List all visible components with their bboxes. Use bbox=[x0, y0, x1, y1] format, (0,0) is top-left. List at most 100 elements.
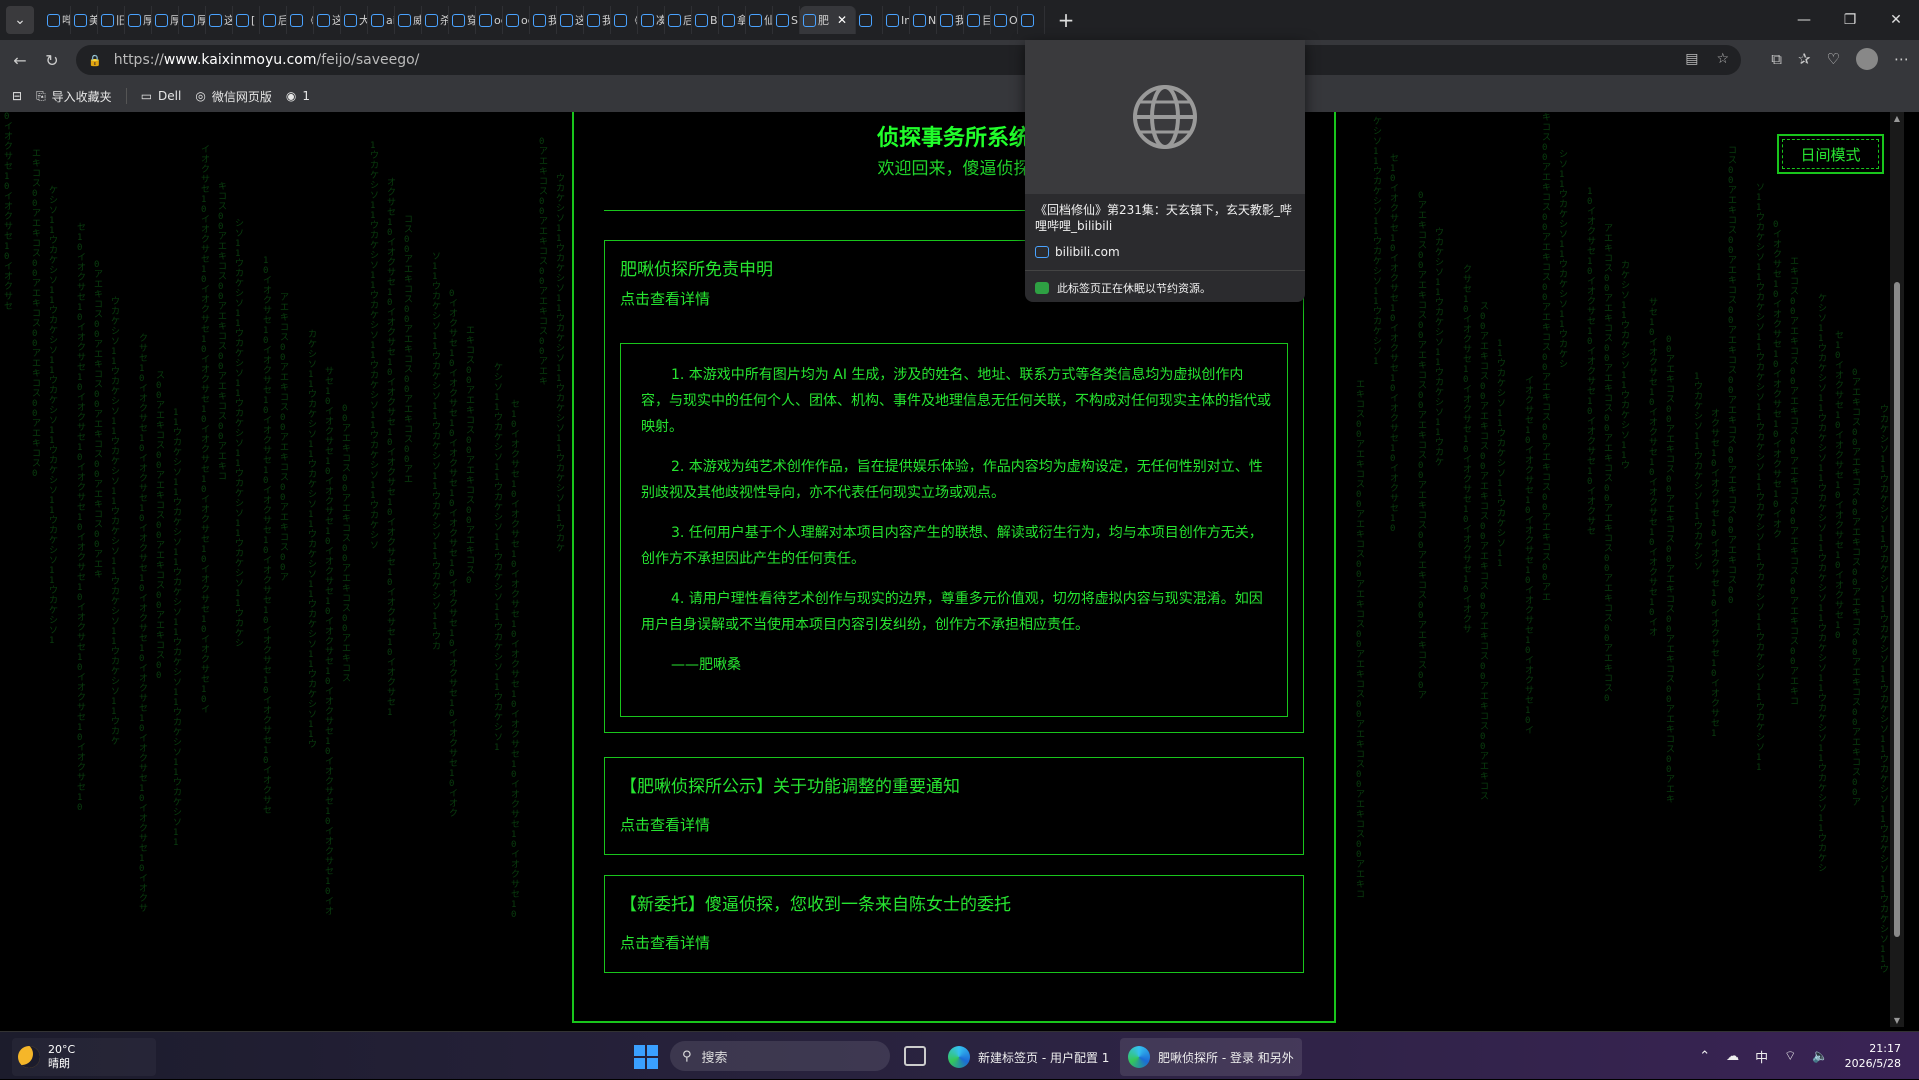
close-tab-icon[interactable]: ✕ bbox=[837, 13, 847, 27]
view-details-link[interactable]: 点击查看详情 bbox=[620, 288, 710, 309]
tab-label: Sp bbox=[791, 13, 799, 27]
minimize-button[interactable]: — bbox=[1781, 12, 1827, 28]
browser-tab[interactable] bbox=[1018, 6, 1045, 34]
view-details-link[interactable]: 点击查看详情 bbox=[620, 814, 710, 835]
browser-tab[interactable]: 美 bbox=[71, 6, 98, 34]
tab-favicon-icon bbox=[1021, 13, 1034, 27]
browser-tab[interactable]: Sp bbox=[773, 6, 800, 34]
favorites-icon[interactable]: ✰ bbox=[1798, 50, 1811, 68]
weather-widget[interactable]: 20°C 晴朗 bbox=[12, 1038, 156, 1076]
card-title: 肥啾侦探所免责申明 bbox=[620, 260, 773, 280]
disclaimer-paragraph: 1. 本游戏中所有图片均为 AI 生成，涉及的姓名、地址、联系方式等各类信息均为… bbox=[641, 367, 1271, 435]
back-button[interactable]: ← bbox=[4, 51, 36, 70]
browser-tab[interactable]: Im bbox=[883, 6, 910, 34]
task-view-icon[interactable] bbox=[904, 1046, 926, 1066]
favorite-star-icon[interactable]: ☆ bbox=[1716, 51, 1729, 67]
active-browser-tab[interactable]: 肥 ✕ bbox=[800, 6, 856, 34]
browser-tab[interactable]: 《 bbox=[287, 6, 314, 34]
profile-avatar[interactable] bbox=[1856, 48, 1878, 70]
collections-icon[interactable]: ⊟ bbox=[12, 89, 22, 103]
onedrive-icon[interactable]: ☁ bbox=[1726, 1049, 1739, 1064]
rain-column: アエキコス00アエキコス00アエキコス00アエキコス00ア bbox=[280, 293, 290, 583]
bookmarks-bar: ⊟ ⎘ 导入收藏夹 ▭ Dell ◎ 微信网页版 ◉ 1 bbox=[0, 80, 1919, 112]
browser-tab[interactable]: 后 bbox=[260, 6, 287, 34]
browser-tab[interactable]: Be bbox=[692, 6, 719, 34]
rain-column: ケシソ11ウカケシソ11ウカケシソ11ウカケシソ11ウカケシソ11ウカケシソ11… bbox=[1818, 294, 1828, 874]
tab-label: 仙 bbox=[764, 12, 772, 28]
split-screen-icon[interactable]: ⧉ bbox=[1771, 50, 1782, 68]
browser-tab[interactable]: 目 bbox=[964, 6, 991, 34]
browser-tab[interactable]: [ bbox=[233, 6, 260, 34]
tab-actions-menu-button[interactable]: ⌄ bbox=[6, 6, 34, 34]
browser-tab[interactable]: 威 bbox=[395, 6, 422, 34]
more-menu-icon[interactable]: ⋯ bbox=[1894, 50, 1909, 68]
browser-tab[interactable]: 仙 bbox=[746, 6, 773, 34]
browser-tab[interactable]: 厚 bbox=[179, 6, 206, 34]
rain-column: 00アエキコス00アエキコス00アエキコス00アエキコス00アエキコス00アエキ… bbox=[1666, 335, 1676, 805]
commission-card[interactable]: 【新委托】傻逼侦探，您收到一条来自陈女士的委托 点击查看详情 bbox=[604, 875, 1304, 973]
volume-icon[interactable]: 🔈 bbox=[1812, 1049, 1828, 1064]
browser-essentials-icon[interactable]: ♡ bbox=[1827, 50, 1840, 68]
start-button[interactable] bbox=[634, 1045, 658, 1069]
browser-tab[interactable]: 旧 bbox=[98, 6, 125, 34]
new-tab-button[interactable]: + bbox=[1051, 8, 1081, 32]
bilibili-icon bbox=[1035, 246, 1049, 258]
browser-tab[interactable]: oc bbox=[476, 6, 503, 34]
url-input[interactable]: 🔒 https://www.kaixinmoyu.com/feijo/savee… bbox=[76, 45, 1741, 75]
browser-tab[interactable]: 这 bbox=[314, 6, 341, 34]
tab-favicon-icon bbox=[47, 13, 60, 27]
browser-tab[interactable]: 这 bbox=[206, 6, 233, 34]
taskbar-app-edge-active[interactable]: 肥啾侦探所 - 登录 和另外 bbox=[1120, 1038, 1302, 1076]
ime-indicator[interactable]: 中 bbox=[1755, 1047, 1768, 1066]
bookmark-wechat[interactable]: ◎ 微信网页版 bbox=[195, 88, 272, 105]
browser-tab[interactable]: oc bbox=[503, 6, 530, 34]
tab-label: 我 bbox=[548, 12, 556, 28]
browser-tab[interactable]: 我 bbox=[584, 6, 611, 34]
tab-label: 我 bbox=[602, 12, 610, 28]
taskbar-app-edge-newtab[interactable]: 新建标签页 - 用户配置 1 bbox=[940, 1038, 1117, 1076]
day-mode-button[interactable]: 日间模式 bbox=[1777, 134, 1884, 174]
reader-mode-icon[interactable]: ▤ bbox=[1685, 51, 1698, 67]
tray-overflow-icon[interactable]: ⌃ bbox=[1699, 1049, 1710, 1064]
notice-card[interactable]: 【肥啾侦探所公示】关于功能调整的重要通知 点击查看详情 bbox=[604, 757, 1304, 855]
browser-tab[interactable]: 后 bbox=[665, 6, 692, 34]
browser-tab[interactable]: 凑 bbox=[638, 6, 665, 34]
browser-tab[interactable]: Ol bbox=[991, 6, 1018, 34]
page-scrollbar[interactable]: ▲ ▼ bbox=[1890, 112, 1904, 1027]
browser-tab[interactable]: 大 bbox=[341, 6, 368, 34]
browser-tab[interactable]: Nc bbox=[910, 6, 937, 34]
bookmark-import[interactable]: ⎘ 导入收藏夹 bbox=[36, 88, 112, 105]
browser-tab[interactable]: 拿 bbox=[719, 6, 746, 34]
scroll-thumb[interactable] bbox=[1894, 282, 1900, 937]
tabs-row: 哔美旧厚厚厚这[后《这大ai威杀穿ococ我这我《凑后Be拿仙Sp肥✕ImNc我… bbox=[44, 0, 1704, 40]
tab-label: 后 bbox=[278, 12, 286, 28]
bookmark-dell[interactable]: ▭ Dell bbox=[141, 89, 182, 103]
browser-tab[interactable]: 这 bbox=[557, 6, 584, 34]
rain-column: ウカケシソ11ウカケシソ11ウカケシソ11ウカケシソ11ウカケシソ11ウカケシソ… bbox=[1880, 405, 1890, 975]
rain-column: 0イオクサセ10イオクサセ10イオクサセ10イオクサセ10イオクサセ10イオクサ… bbox=[449, 289, 459, 819]
reload-button[interactable]: ↻ bbox=[36, 51, 68, 70]
url-host: www.kaixinmoyu.com bbox=[163, 52, 317, 68]
clock[interactable]: 21:17 2026/5/28 bbox=[1845, 1041, 1901, 1071]
browser-tab[interactable]: 厚 bbox=[125, 6, 152, 34]
close-window-button[interactable]: ✕ bbox=[1873, 12, 1919, 28]
browser-tab[interactable]: 哔 bbox=[44, 6, 71, 34]
disclaimer-card: 肥啾侦探所免责申明 点击查看详情 1. 本游戏中所有图片均为 AI 生成，涉及的… bbox=[604, 240, 1304, 733]
browser-tab[interactable] bbox=[856, 6, 883, 34]
tab-favicon-icon bbox=[994, 13, 1007, 27]
browser-tab[interactable]: 穿 bbox=[449, 6, 476, 34]
scroll-up-icon[interactable]: ▲ bbox=[1890, 114, 1904, 123]
browser-tab[interactable]: ai bbox=[368, 6, 395, 34]
browser-tab[interactable]: 我 bbox=[937, 6, 964, 34]
browser-tab[interactable]: 我 bbox=[530, 6, 557, 34]
taskbar-search[interactable]: ⚲ 搜索 bbox=[670, 1041, 890, 1071]
tab-label: [ bbox=[251, 13, 256, 27]
browser-tab[interactable]: 《 bbox=[611, 6, 638, 34]
wifi-icon[interactable]: ⌔ bbox=[1784, 1048, 1796, 1064]
bookmark-1[interactable]: ◉ 1 bbox=[286, 89, 310, 103]
view-details-link[interactable]: 点击查看详情 bbox=[620, 932, 710, 953]
browser-tab[interactable]: 厚 bbox=[152, 6, 179, 34]
scroll-down-icon[interactable]: ▼ bbox=[1890, 1016, 1904, 1025]
browser-tab[interactable]: 杀 bbox=[422, 6, 449, 34]
restore-button[interactable]: ❐ bbox=[1827, 12, 1873, 28]
